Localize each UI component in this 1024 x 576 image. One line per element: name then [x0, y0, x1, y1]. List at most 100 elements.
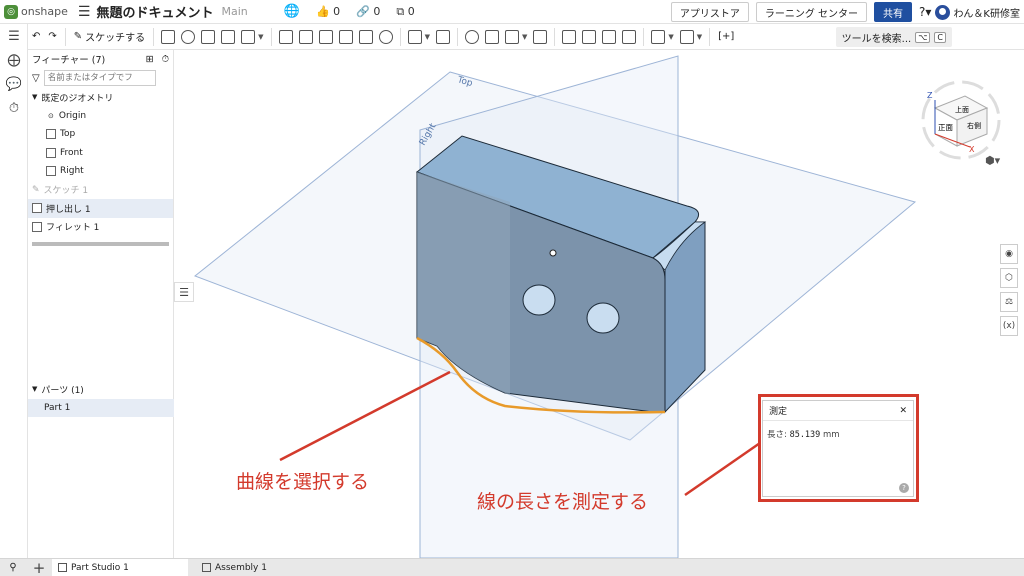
fillet-icon[interactable] — [278, 29, 293, 44]
rollback-icon[interactable]: ⏱ — [162, 54, 169, 65]
view-mode-icon[interactable]: ⬢▾ — [985, 154, 1001, 167]
plane-icon — [46, 166, 56, 177]
parts-title: パーツ (1) — [41, 385, 84, 396]
filter-icon[interactable]: ▽ — [32, 73, 40, 84]
view-cube-top-label: 上面 — [955, 105, 969, 114]
help-icon[interactable]: ? — [899, 483, 909, 493]
feature-list-toggle-icon[interactable]: ☰ — [174, 282, 194, 302]
comments-icon[interactable]: 💬 — [0, 72, 28, 96]
variables-table-icon[interactable]: (x) — [1000, 316, 1018, 336]
likes-count[interactable]: 👍 0 — [316, 5, 340, 18]
tab-assembly[interactable]: Assembly 1 — [196, 559, 273, 576]
user-menu[interactable]: わん＆K研修室 — [935, 4, 1020, 20]
split-icon[interactable] — [484, 29, 499, 44]
annotation-measure-line: 線の長さを測定する — [477, 491, 649, 513]
onshape-logo-icon: ◎ — [4, 4, 18, 19]
tree-item-fillet[interactable]: フィレット 1 — [28, 218, 173, 237]
loft-icon[interactable] — [221, 29, 236, 44]
variables-icon[interactable]: ⨁ — [0, 48, 28, 72]
origin-icon: ⊙ — [48, 111, 54, 120]
learning-center-button[interactable]: ラーニング センター — [755, 2, 868, 22]
toolbar-divider — [270, 27, 272, 46]
likes-value: 0 — [333, 5, 341, 18]
boolean-icon[interactable] — [464, 29, 479, 44]
chevron-down-icon[interactable]: ▼ — [32, 93, 37, 101]
undo-icon[interactable]: ↶ — [28, 31, 44, 42]
chevron-down-icon[interactable]: ▼ — [522, 33, 527, 41]
add-custom-feature-icon[interactable]: [+] — [714, 31, 738, 42]
display-states-icon[interactable]: ⬡ — [1000, 268, 1018, 288]
delete-part-icon[interactable] — [533, 29, 548, 44]
part-item[interactable]: Part 1 — [28, 398, 174, 417]
share-button[interactable]: 共有 — [874, 2, 913, 22]
chevron-down-icon[interactable]: ▼ — [697, 33, 702, 41]
plane-icon[interactable] — [651, 29, 666, 44]
default-geometry-folder[interactable]: ▼ 既定のジオメトリ — [28, 88, 173, 107]
chevron-down-icon[interactable]: ▼ — [425, 33, 430, 41]
tree-item-label: 押し出し 1 — [46, 204, 91, 215]
axis-x-label: X — [969, 145, 975, 154]
add-folder-icon[interactable]: ⊞ — [146, 54, 154, 65]
search-tabs-icon[interactable]: ⚲ — [0, 562, 26, 573]
replace-face-icon[interactable] — [582, 29, 597, 44]
parts-list: ▼ パーツ (1) Part 1 — [28, 380, 174, 417]
part-label: Part 1 — [44, 402, 71, 413]
tool-search-button[interactable]: ツールを検索... ⌥ C — [835, 27, 952, 47]
mass-properties-icon[interactable]: ⚖ — [1000, 292, 1018, 312]
horizontal-scrollbar[interactable] — [32, 242, 169, 246]
menu-icon[interactable]: ☰ — [78, 4, 91, 20]
redo-icon[interactable]: ↷ — [44, 31, 60, 42]
helix-icon[interactable] — [679, 29, 694, 44]
revolve-icon[interactable] — [181, 29, 196, 44]
parts-folder[interactable]: ▼ パーツ (1) — [28, 380, 174, 399]
draft-icon[interactable] — [318, 29, 333, 44]
copies-value: 0 — [407, 4, 415, 18]
links-value: 0 — [373, 5, 381, 18]
tab-part-studio[interactable]: Part Studio 1 — [52, 558, 188, 576]
view-cube[interactable]: 上面 正面 右側 Z X — [921, 80, 1001, 160]
tree-item-right[interactable]: Right — [28, 162, 173, 181]
hole-right[interactable] — [586, 302, 620, 334]
chamfer-icon[interactable] — [298, 29, 313, 44]
chevron-down-icon[interactable]: ▼ — [668, 33, 673, 41]
app-store-button[interactable]: アプリストア — [670, 2, 749, 22]
help-icon[interactable]: ?▾ — [919, 5, 931, 19]
transform-icon[interactable] — [504, 29, 519, 44]
rib-icon[interactable] — [338, 29, 353, 44]
measure-title: 測定 — [769, 407, 788, 417]
onshape-logo[interactable]: ◎ onshape — [4, 4, 68, 19]
appearance-icon[interactable]: ◉ — [1000, 244, 1018, 264]
tree-item-sketch[interactable]: ✎ スケッチ 1 — [28, 181, 173, 200]
feature-list-icon[interactable]: ☰ — [0, 24, 28, 48]
fill-icon[interactable] — [622, 29, 637, 44]
history-icon[interactable]: ⏱ — [0, 96, 28, 120]
sweep-icon[interactable] — [201, 29, 216, 44]
left-icon-rail: ☰ ⨁ 💬 ⏱ — [0, 24, 28, 558]
extrude-icon[interactable] — [161, 29, 176, 44]
branch-label[interactable]: Main — [221, 5, 247, 18]
globe-icon[interactable]: 🌐 — [284, 4, 300, 19]
copies-count[interactable]: ⧉ 0 — [396, 5, 414, 19]
hole-left[interactable] — [522, 284, 556, 316]
close-icon[interactable]: ✕ — [899, 406, 907, 416]
hole-icon[interactable] — [378, 29, 393, 44]
shell-icon[interactable] — [358, 29, 373, 44]
tree-item-front[interactable]: Front — [28, 144, 173, 163]
document-title[interactable]: 無題のドキュメント — [96, 2, 213, 21]
chevron-down-icon[interactable]: ▼ — [258, 33, 263, 41]
origin-marker[interactable] — [549, 249, 557, 257]
link-icon: 🔗 — [356, 5, 370, 18]
tree-item-extrude[interactable]: 押し出し 1 — [28, 199, 173, 218]
offset-surface-icon[interactable] — [602, 29, 617, 44]
chevron-down-icon[interactable]: ▼ — [32, 385, 37, 393]
tree-item-origin[interactable]: ⊙ Origin — [28, 107, 173, 126]
add-tab-button[interactable]: + — [26, 559, 52, 576]
tree-item-top[interactable]: Top — [28, 125, 173, 144]
links-count[interactable]: 🔗 0 — [356, 5, 380, 18]
thicken-icon[interactable] — [241, 29, 256, 44]
sketch-button[interactable]: ✎ スケッチする — [70, 29, 149, 44]
feature-filter-input[interactable] — [43, 70, 156, 86]
move-face-icon[interactable] — [562, 29, 577, 44]
mirror-icon[interactable] — [435, 29, 450, 44]
linear-pattern-icon[interactable] — [407, 29, 422, 44]
